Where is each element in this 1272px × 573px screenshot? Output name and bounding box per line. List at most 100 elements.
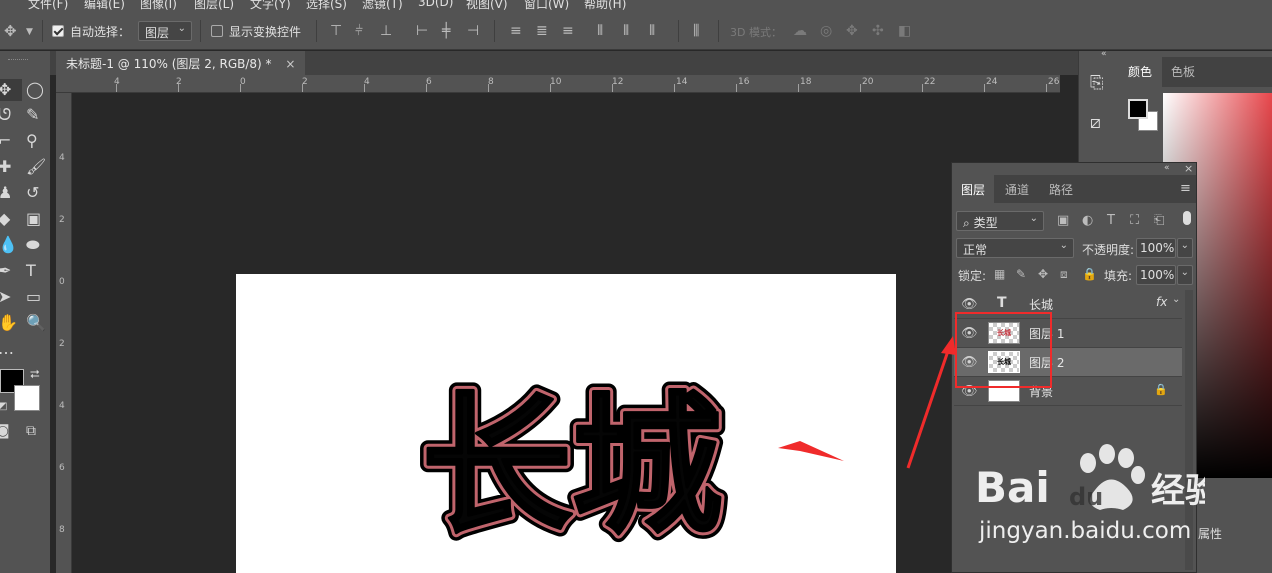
crop-icon[interactable]: ⌐: [0, 133, 11, 149]
distribute-left-icon[interactable]: ⦀: [597, 24, 603, 38]
distribute-bottom-icon[interactable]: ≡: [562, 24, 574, 38]
auto-align-icon[interactable]: ⫼: [693, 24, 699, 38]
auto-select-checkbox[interactable]: [52, 25, 64, 37]
menu-view[interactable]: 视图(V): [466, 0, 508, 12]
lock-image-icon[interactable]: ✎: [1016, 267, 1026, 281]
blur-icon[interactable]: 💧: [0, 237, 18, 253]
adjustments-panel-icon[interactable]: ⧄: [1090, 113, 1101, 133]
align-bottom-icon[interactable]: ⊥: [380, 24, 392, 38]
lasso-icon[interactable]: ᘎ: [0, 107, 11, 123]
menu-select[interactable]: 选择(S): [306, 0, 347, 12]
distribute-vcenter-icon[interactable]: ≣: [536, 24, 548, 38]
history-brush-icon[interactable]: ↺: [26, 185, 39, 201]
eyedropper-icon[interactable]: ⚲: [26, 133, 38, 149]
brush-icon[interactable]: 🖌: [26, 159, 46, 175]
blend-mode-dropdown[interactable]: 正常 ⌄: [956, 238, 1074, 258]
3d-slide-icon[interactable]: ✣: [872, 24, 884, 38]
layer-filter-dropdown[interactable]: ⌕ 类型 ⌄: [956, 211, 1044, 231]
fx-icon[interactable]: fx: [1156, 295, 1167, 309]
eraser-icon[interactable]: ◆: [0, 211, 10, 227]
auto-select-label: 自动选择：: [70, 25, 131, 39]
artwork-text-changcheng[interactable]: 长城 长城 长城: [418, 378, 758, 558]
collapse-icon[interactable]: «: [1164, 163, 1170, 173]
ruler-vertical[interactable]: 4 2 0 2 4 6 8: [56, 93, 72, 573]
menu-file[interactable]: 文件(F): [28, 0, 68, 12]
type-tool-icon[interactable]: T: [26, 263, 36, 279]
document-tab[interactable]: 未标题-1 @ 110% (图层 2, RGB/8) * ×: [56, 51, 306, 75]
menu-edit[interactable]: 编辑(E): [84, 0, 125, 12]
more-tools-icon[interactable]: …: [0, 341, 14, 357]
3d-scale-icon[interactable]: ◧: [898, 24, 911, 38]
align-hcenter-icon[interactable]: ╪: [442, 24, 450, 38]
3d-roll-icon[interactable]: ◎: [820, 24, 832, 38]
healing-brush-icon[interactable]: ✚: [0, 159, 11, 175]
3d-rotate-icon[interactable]: ☁: [793, 24, 807, 38]
lock-position-icon[interactable]: ✥: [1038, 267, 1048, 281]
align-vcenter-icon[interactable]: ⫩: [355, 24, 363, 38]
opacity-dropdown[interactable]: ⌄: [1177, 238, 1193, 258]
hand-icon[interactable]: ✋: [0, 315, 18, 331]
fill-input[interactable]: 100%: [1136, 265, 1176, 285]
auto-select-dropdown[interactable]: 图层 ⌄: [138, 21, 192, 41]
chevron-down-icon: ⌄: [177, 23, 186, 34]
distribute-top-icon[interactable]: ≡: [510, 24, 522, 38]
quick-mask-icon[interactable]: ◙: [0, 423, 10, 439]
filter-smart-object-icon[interactable]: ⎗: [1154, 214, 1164, 228]
swap-colors-icon[interactable]: ⮂: [30, 366, 40, 382]
3d-pan-icon[interactable]: ✥: [846, 24, 858, 38]
filter-adjustment-icon[interactable]: ◐: [1082, 214, 1093, 228]
distribute-right-icon[interactable]: ⦀: [649, 24, 655, 38]
background-color-swatch[interactable]: [14, 385, 40, 411]
panel-menu-icon[interactable]: ≡: [1180, 181, 1191, 196]
chevron-down-icon[interactable]: ⌄: [1172, 294, 1180, 305]
tab-color[interactable]: 颜色: [1128, 63, 1152, 80]
close-tab-icon[interactable]: ×: [285, 57, 295, 71]
history-panel-icon[interactable]: ⎘: [1090, 73, 1104, 93]
menu-layer[interactable]: 图层(L): [194, 0, 234, 12]
dodge-icon[interactable]: ⬬: [26, 237, 40, 253]
tab-paths[interactable]: 路径: [1049, 181, 1073, 198]
align-left-icon[interactable]: ⊢: [416, 24, 428, 38]
menu-image[interactable]: 图像(I): [140, 0, 177, 12]
tab-layers[interactable]: 图层: [961, 181, 985, 198]
distribute-hcenter-icon[interactable]: ⦀: [623, 24, 629, 38]
menu-type[interactable]: 文字(Y): [250, 0, 291, 12]
screen-mode-icon[interactable]: ⧉: [26, 423, 36, 439]
lock-all-icon[interactable]: 🔒: [1082, 267, 1097, 281]
ellipse-marquee-icon[interactable]: ◯: [26, 82, 44, 98]
align-top-icon[interactable]: ⊤: [330, 24, 342, 38]
opacity-input[interactable]: 100%: [1136, 238, 1176, 258]
close-panel-icon[interactable]: ×: [1184, 162, 1193, 175]
tab-channels[interactable]: 通道: [1005, 181, 1029, 198]
show-transform-checkbox[interactable]: [211, 25, 223, 37]
stamp-icon[interactable]: ♟: [0, 185, 12, 201]
ruler-horizontal[interactable]: 4 2 0 2 4 6 8 10 12 14 16 18 20 22 24 26: [56, 75, 1060, 93]
fill-dropdown[interactable]: ⌄: [1177, 265, 1193, 285]
layer-name[interactable]: 长城: [1029, 296, 1053, 313]
filter-pixel-icon[interactable]: ▣: [1057, 214, 1069, 228]
filter-shape-icon[interactable]: ⛶: [1130, 214, 1139, 228]
lock-artboard-icon[interactable]: ⧈: [1060, 267, 1068, 281]
quick-select-icon[interactable]: ✎: [26, 107, 39, 123]
foreground-color-swatch[interactable]: [1128, 99, 1148, 119]
align-right-icon[interactable]: ⊣: [467, 24, 479, 38]
move-tool-icon[interactable]: ✥: [0, 82, 11, 98]
menu-window[interactable]: 窗口(W): [524, 0, 569, 12]
move-tool-icon[interactable]: ✥: [4, 24, 17, 39]
rectangle-icon[interactable]: ▭: [26, 289, 41, 305]
lock-transparent-icon[interactable]: ▦: [994, 267, 1005, 281]
gradient-icon[interactable]: ▣: [26, 211, 41, 227]
collapse-icon[interactable]: «: [1101, 49, 1107, 59]
tab-swatches[interactable]: 色板: [1171, 63, 1195, 80]
filter-toggle[interactable]: [1183, 211, 1191, 225]
menu-3d[interactable]: 3D(D): [418, 0, 453, 9]
menu-help[interactable]: 帮助(H): [584, 0, 626, 12]
filter-type-icon[interactable]: T: [1107, 214, 1115, 228]
zoom-icon[interactable]: 🔍: [26, 315, 46, 331]
pen-icon[interactable]: ✒: [0, 263, 11, 279]
path-select-icon[interactable]: ➤: [0, 289, 11, 305]
default-colors-icon[interactable]: ◩: [0, 399, 7, 415]
menu-filter[interactable]: 滤镜(T): [362, 0, 403, 12]
chevron-down-icon[interactable]: ▼: [26, 25, 33, 39]
eye-icon[interactable]: 👁: [961, 297, 978, 312]
